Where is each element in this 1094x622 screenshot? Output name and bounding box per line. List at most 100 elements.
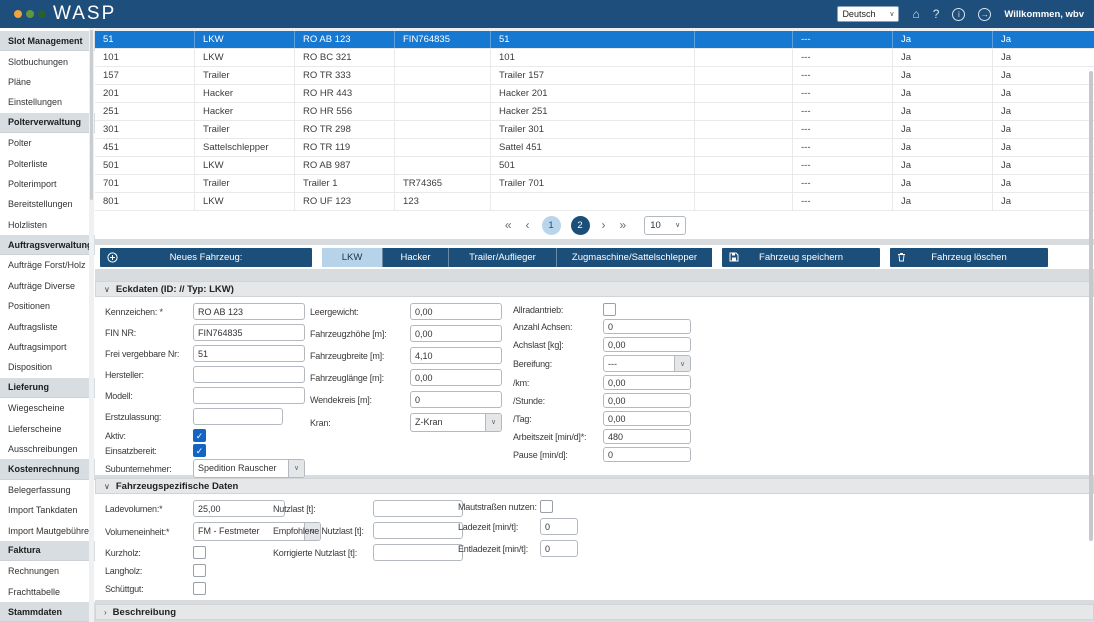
sidebar-item-bereitstellungen[interactable]: Bereitstellungen [0, 194, 95, 214]
sidebar-item-holzlisten[interactable]: Holzlisten [0, 215, 95, 235]
sidebar-scrollbar-thumb[interactable] [90, 30, 93, 200]
table-row[interactable]: 51 LKW RO AB 123 FIN764835 51 --- Ja Ja [95, 31, 1094, 49]
sidebar-item-belegerfassung[interactable]: Belegerfassung [0, 480, 95, 500]
sidebar-item-positionen[interactable]: Positionen [0, 296, 95, 316]
input-entladezeit-min-t[interactable] [540, 540, 578, 557]
select-bereifung[interactable]: --- ∨ [603, 355, 691, 372]
sidebar-item-polter[interactable]: Polter [0, 133, 95, 153]
checkbox-allradantrieb[interactable] [603, 303, 616, 316]
page-button-2[interactable]: 2 [570, 215, 590, 235]
sidebar-item-slotbuchungen[interactable]: Slotbuchungen [0, 51, 95, 71]
sidebar-item-frachttabelle[interactable]: Frachttabelle [0, 582, 95, 602]
segment-lkw[interactable]: LKW [322, 247, 382, 267]
table-row[interactable]: 101 LKW RO BC 321 101 --- Ja Ja [95, 49, 1094, 67]
table-row[interactable]: 501 LKW RO AB 987 501 --- Ja Ja [95, 157, 1094, 175]
table-cell: Hacker 201 [491, 85, 695, 102]
save-vehicle-button[interactable]: Fahrzeug speichern [722, 247, 880, 267]
input-frei-vergebbare-nr[interactable] [193, 345, 305, 362]
section-header-beschreibung[interactable]: › Beschreibung [95, 604, 1094, 620]
table-cell [395, 67, 491, 84]
form-row: /km: [513, 375, 691, 390]
input-leergewicht[interactable] [410, 303, 502, 320]
language-select[interactable]: Deutsch ∨ [837, 6, 900, 22]
sidebar-item-polterliste[interactable]: Polterliste [0, 153, 95, 173]
segment-hacker[interactable]: Hacker [382, 247, 448, 267]
next-page-button[interactable]: › [600, 218, 608, 232]
checkbox-mautstraßen-nutzen[interactable] [540, 500, 553, 513]
sidebar-scrollbar[interactable] [89, 28, 94, 622]
input-ladevolumen[interactable] [193, 500, 285, 517]
sidebar-item-rechnungen[interactable]: Rechnungen [0, 561, 95, 581]
prev-page-button[interactable]: ‹ [524, 218, 532, 232]
sidebar-item-disposition[interactable]: Disposition [0, 357, 95, 377]
input-achslast-kg[interactable] [603, 337, 691, 352]
table-row[interactable]: 301 Trailer RO TR 298 Trailer 301 --- Ja Ja [95, 121, 1094, 139]
input-erstzulassung[interactable] [193, 408, 283, 425]
input-ladezeit-min-t[interactable] [540, 518, 578, 535]
table-row[interactable]: 701 Trailer Trailer 1 TR74365 Trailer 701 ---… [95, 175, 1094, 193]
home-icon[interactable]: ⌂ [912, 7, 919, 21]
segment-trailer-auflieger[interactable]: Trailer/Auflieger [448, 247, 556, 267]
info-icon[interactable]: i [952, 7, 966, 21]
segment-zugmaschine-sattelschlepper[interactable]: Zugmaschine/Sattelschlepper [556, 247, 712, 267]
new-vehicle-button[interactable]: Neues Fahrzeug: [100, 247, 312, 267]
page-button-1[interactable]: 1 [541, 215, 561, 235]
table-row[interactable]: 801 LKW RO UF 123 123 --- Ja Ja [95, 193, 1094, 211]
input-anzahl-achsen[interactable] [603, 319, 691, 334]
form-row: Empfohlene Nutzlast [t]: [273, 522, 463, 539]
first-page-button[interactable]: « [503, 218, 514, 232]
table-cell: Ja [1001, 178, 1012, 189]
sidebar-item-pläne[interactable]: Pläne [0, 72, 95, 92]
sidebar-item-auftragsliste[interactable]: Auftragsliste [0, 316, 95, 336]
table-cell: Ja [1001, 142, 1012, 153]
input-arbeitszeit-min-d[interactable] [603, 429, 691, 444]
sidebar-item-lieferscheine[interactable]: Lieferscheine [0, 418, 95, 438]
last-page-button[interactable]: » [618, 218, 629, 232]
input-km[interactable] [603, 375, 691, 390]
field-label-anzahl-achsen: Anzahl Achsen: [513, 321, 573, 332]
logout-icon[interactable]: → [978, 7, 992, 21]
form-row: Leergewicht: [310, 303, 502, 320]
checkbox-einsatzbereit[interactable]: ✓ [193, 444, 206, 457]
input-empfohlene-nutzlast-t[interactable] [373, 522, 463, 539]
input-korrigierte-nutzlast-t[interactable] [373, 544, 463, 561]
input-fahrzeuglänge-m[interactable] [410, 369, 502, 386]
table-row[interactable]: 451 Sattelschlepper RO TR 119 Sattel 451 ---… [95, 139, 1094, 157]
input-kennzeichen[interactable] [193, 303, 305, 320]
table-row[interactable]: 157 Trailer RO TR 333 Trailer 157 --- Ja Ja [95, 67, 1094, 85]
sidebar-item-ausschreibungen[interactable]: Ausschreibungen [0, 439, 95, 459]
select-kran[interactable]: Z-Kran ∨ [410, 413, 502, 432]
input-fahrzeugbreite-m[interactable] [410, 347, 502, 364]
checkbox-langholz[interactable] [193, 564, 206, 577]
delete-vehicle-button[interactable]: Fahrzeug löschen [890, 247, 1048, 267]
checkbox-schüttgut[interactable] [193, 582, 206, 595]
field-label-nutzlast-t: Nutzlast [t]: [273, 503, 316, 514]
input-stunde[interactable] [603, 393, 691, 408]
checkbox-kurzholz[interactable] [193, 546, 206, 559]
help-icon[interactable]: ? [933, 7, 940, 21]
input-tag[interactable] [603, 411, 691, 426]
sidebar-item-wiegescheine[interactable]: Wiegescheine [0, 398, 95, 418]
sidebar-item-import-tankdaten[interactable]: Import Tankdaten [0, 500, 95, 520]
section-header-eckdaten[interactable]: ∨ Eckdaten (ID: // Typ: LKW) [95, 281, 1094, 297]
input-modell[interactable] [193, 387, 305, 404]
page-size-select[interactable]: 10 ∨ [644, 215, 687, 235]
input-nutzlast-t[interactable] [373, 500, 463, 517]
table-row[interactable]: 201 Hacker RO HR 443 Hacker 201 --- Ja Ja [95, 85, 1094, 103]
sidebar-item-einstellungen[interactable]: Einstellungen [0, 92, 95, 112]
input-fahrzeugzhöhe-m[interactable] [410, 325, 502, 342]
main-scrollbar[interactable] [1089, 71, 1093, 541]
sidebar-item-import-mautgebühren[interactable]: Import Mautgebühren [0, 520, 95, 540]
input-wendekreis-m[interactable] [410, 391, 502, 408]
sidebar-item-aufträge-diverse[interactable]: Aufträge Diverse [0, 276, 95, 296]
input-pause-min-d[interactable] [603, 447, 691, 462]
input-hersteller[interactable] [193, 366, 305, 383]
sidebar-item-polterimport[interactable]: Polterimport [0, 174, 95, 194]
checkbox-aktiv[interactable]: ✓ [193, 429, 206, 442]
sidebar-section-stammdaten: Stammdaten [0, 601, 95, 622]
table-row[interactable]: 251 Hacker RO HR 556 Hacker 251 --- Ja Ja [95, 103, 1094, 121]
input-fin-nr[interactable] [193, 324, 305, 341]
select-subunternehmer[interactable]: Spedition Rauscher ∨ [193, 459, 305, 478]
sidebar-item-auftragsimport[interactable]: Auftragsimport [0, 337, 95, 357]
sidebar-item-aufträge-forst-holz[interactable]: Aufträge Forst/Holz [0, 255, 95, 275]
